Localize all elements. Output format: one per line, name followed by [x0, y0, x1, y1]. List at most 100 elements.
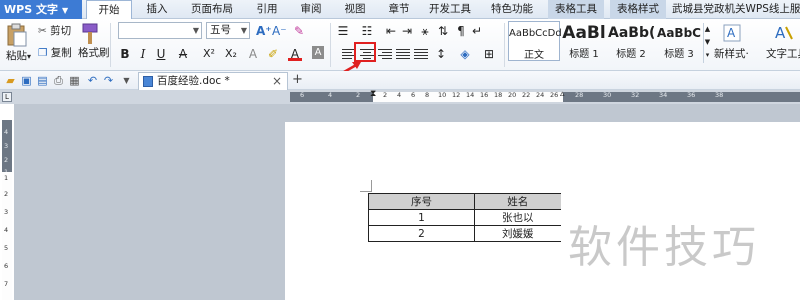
table-header-cell[interactable]: 序号: [368, 193, 475, 210]
tab-section[interactable]: 章节: [382, 0, 416, 19]
tab-references[interactable]: 引用: [250, 0, 284, 19]
table-cell[interactable]: 张也以: [474, 209, 561, 226]
table-row: 2 刘媛媛: [368, 225, 561, 242]
text-effect-icon[interactable]: A: [246, 46, 260, 62]
horizontal-ruler[interactable]: 6 4 2 2 4 6 8 10 12 14 16 18 20 22 24 26…: [290, 89, 800, 102]
copy-button[interactable]: ❐ 复制: [38, 46, 72, 60]
app-menu-button[interactable]: WPS 文字 ▼: [0, 0, 82, 19]
clear-format-icon[interactable]: ✎: [292, 23, 306, 39]
print-preview-icon[interactable]: ▦: [68, 74, 81, 87]
char-shading-icon[interactable]: A: [312, 46, 324, 59]
table-cell[interactable]: 2: [368, 225, 475, 242]
save-as-icon[interactable]: ▤: [36, 74, 49, 87]
doc-file-icon: [143, 76, 153, 87]
show-marks-icon[interactable]: ¶: [454, 23, 468, 39]
tab-table-style[interactable]: 表格样式: [610, 0, 666, 19]
tab-online-service[interactable]: 武城县党政机关WPS线上服务通道: [672, 0, 800, 19]
align-right-icon[interactable]: [378, 49, 392, 61]
divider: [330, 23, 331, 67]
vertical-ruler[interactable]: 4 3 2 1 1 2 3 4 5 6 7: [2, 120, 12, 300]
chevron-down-icon: ▾: [27, 52, 32, 61]
tab-review[interactable]: 审阅: [294, 0, 328, 19]
tab-special-features[interactable]: 特色功能: [484, 0, 540, 19]
open-icon[interactable]: ▰: [4, 74, 17, 87]
table-header-cell[interactable]: 姓名: [474, 193, 561, 210]
shrink-font-icon[interactable]: A⁻: [272, 23, 287, 39]
grow-font-icon[interactable]: A⁺: [256, 23, 272, 39]
app-name: WPS 文字: [4, 3, 58, 16]
sort-icon[interactable]: ⇅: [436, 23, 450, 39]
style-heading-2[interactable]: AaBb( 标题 2: [608, 21, 654, 61]
table-row: 1 张也以: [368, 209, 561, 226]
distribute-icon[interactable]: [414, 49, 428, 61]
watermark: 软件技巧: [568, 222, 760, 273]
copy-icon: ❐: [38, 47, 48, 59]
indent-marker-icon[interactable]: ⧗: [370, 89, 376, 99]
table-cell[interactable]: 1: [368, 209, 475, 226]
margin-corner-mark: [360, 180, 372, 192]
chevron-down-icon: ▼: [192, 26, 199, 35]
new-style-icon[interactable]: A: [722, 21, 744, 43]
tab-stop-selector[interactable]: L: [2, 92, 12, 102]
font-name-select[interactable]: ▼: [118, 22, 202, 39]
borders-icon[interactable]: ⊞: [482, 46, 496, 62]
tab-table-tools[interactable]: 表格工具: [548, 0, 604, 19]
tab-page-layout[interactable]: 页面布局: [184, 0, 240, 19]
text-tools-button[interactable]: 文字工具: [766, 47, 800, 61]
font-color-button[interactable]: A: [288, 46, 302, 61]
strikethrough-button[interactable]: A: [176, 46, 190, 62]
bullet-list-icon[interactable]: ☰: [336, 23, 350, 39]
highlight-box: [354, 42, 376, 62]
document-tab[interactable]: 百度经验.doc * ×: [138, 72, 288, 90]
underline-button[interactable]: U: [154, 46, 168, 62]
new-tab-button[interactable]: +: [292, 71, 303, 89]
save-icon[interactable]: ▣: [20, 74, 33, 87]
shading-icon[interactable]: ◈: [458, 46, 472, 62]
format-painter-icon[interactable]: [80, 22, 100, 46]
quick-access-bar: ▰ ▣ ▤ ⎙ ▦ ↶ ↷ ▼ 百度经验.doc * × +: [0, 71, 800, 90]
bold-button[interactable]: B: [118, 46, 132, 62]
style-normal[interactable]: AaBbCcDd 正文: [508, 21, 562, 61]
tab-developer[interactable]: 开发工具: [422, 0, 478, 19]
highlight-icon[interactable]: ✐: [266, 46, 280, 62]
paste-icon[interactable]: [6, 23, 28, 47]
cut-button[interactable]: ✂ 剪切: [38, 24, 71, 38]
table-cell[interactable]: 刘媛媛: [474, 225, 561, 242]
text-tools-icon[interactable]: A: [772, 21, 794, 43]
chevron-down-icon: ▼: [61, 6, 69, 15]
numbered-list-icon[interactable]: ☷: [360, 23, 374, 39]
tab-insert[interactable]: 插入: [140, 0, 174, 19]
tab-home[interactable]: 开始: [86, 0, 132, 20]
menu-bar: WPS 文字 ▼ 开始 插入 页面布局 引用 审阅 视图 章节 开发工具 特色功能…: [0, 0, 800, 20]
document-table[interactable]: 序号 姓名 1 张也以 2 刘媛媛: [368, 193, 561, 242]
tab-view[interactable]: 视图: [338, 0, 372, 19]
style-heading-1[interactable]: AaBl 标题 1: [562, 21, 606, 61]
increase-indent-icon[interactable]: ⇥: [400, 23, 414, 39]
style-heading-3[interactable]: AaBbC 标题 3: [656, 21, 702, 61]
subscript-button[interactable]: X₂: [222, 46, 240, 62]
close-tab-icon[interactable]: ×: [272, 73, 282, 90]
table-header-row: 序号 姓名: [368, 193, 561, 210]
paste-button[interactable]: 粘贴▾: [6, 49, 31, 64]
superscript-button[interactable]: X²: [200, 46, 218, 62]
justify-icon[interactable]: [396, 49, 410, 61]
decrease-indent-icon[interactable]: ⇤: [384, 23, 398, 39]
undo-icon[interactable]: ↶: [86, 74, 99, 87]
divider: [504, 23, 505, 67]
new-style-button[interactable]: 新样式·: [714, 47, 749, 61]
customize-chevron-icon[interactable]: ▼: [120, 74, 133, 87]
right-indent-marker-icon[interactable]: ▵: [560, 89, 565, 99]
paragraph-marks-icon[interactable]: ↵: [470, 23, 484, 39]
chinese-layout-icon[interactable]: ⚹: [418, 23, 432, 39]
format-painter-button[interactable]: 格式刷: [78, 46, 110, 60]
svg-text:A: A: [727, 26, 736, 40]
line-spacing-icon[interactable]: ↕: [434, 46, 448, 62]
italic-button[interactable]: I: [136, 46, 150, 62]
document-tab-title: 百度经验.doc *: [157, 75, 230, 87]
chevron-down-icon: ▼: [240, 26, 247, 35]
redo-icon[interactable]: ↷: [102, 74, 115, 87]
styles-scroll[interactable]: ▲ ▼ ▾: [703, 23, 711, 63]
font-size-select[interactable]: 五号 ▼: [206, 22, 250, 39]
scissors-icon: ✂: [38, 25, 47, 37]
print-icon[interactable]: ⎙: [52, 74, 65, 87]
